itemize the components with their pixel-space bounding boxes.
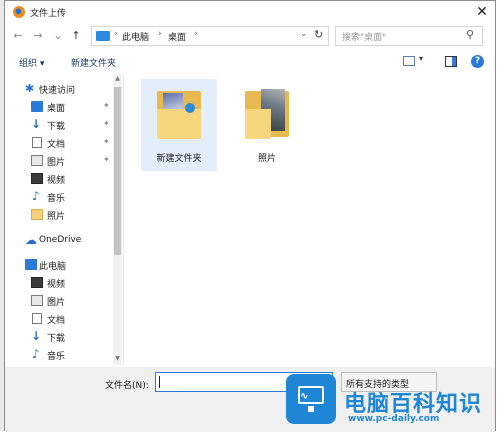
- picture-icon: [31, 155, 43, 166]
- pin-icon[interactable]: ✦: [103, 155, 110, 164]
- forward-button[interactable]: →: [31, 28, 45, 44]
- close-button[interactable]: ✕: [471, 1, 493, 23]
- nav-pc-downloads[interactable]: ↓ 下载: [31, 329, 139, 345]
- folder-icon: [31, 209, 43, 220]
- nav-label: 桌面: [47, 104, 66, 114]
- folder-item-new-folder[interactable]: 新建文件夹: [141, 79, 217, 171]
- nav-label: 下载: [47, 122, 66, 132]
- picture-icon: [31, 295, 43, 306]
- title-bar: 文件上传 ✕: [5, 1, 495, 23]
- desktop-icon: [31, 101, 43, 112]
- music-icon: ♪: [32, 347, 40, 361]
- nav-label: 音乐: [47, 352, 66, 362]
- back-button[interactable]: ←: [11, 28, 25, 44]
- nav-label: 下载: [47, 334, 66, 344]
- document-icon: [32, 137, 42, 148]
- breadcrumb-desktop[interactable]: 桌面: [168, 30, 186, 43]
- up-button[interactable]: ↑: [69, 28, 83, 44]
- file-list: 新建文件夹 照片: [125, 75, 495, 365]
- nav-label: 图片: [47, 298, 66, 308]
- breadcrumb-this-pc[interactable]: 此电脑: [122, 30, 149, 43]
- document-icon: [32, 313, 42, 324]
- file-name: 新建文件夹: [156, 154, 202, 164]
- video-icon: [31, 173, 43, 184]
- nav-label: 照片: [47, 212, 66, 222]
- browser-badge-icon: [185, 103, 195, 113]
- help-icon[interactable]: ?: [471, 55, 484, 68]
- scrollbar-thumb[interactable]: [114, 87, 121, 255]
- pin-icon[interactable]: ✦: [103, 137, 110, 146]
- pin-icon[interactable]: ✦: [103, 101, 110, 110]
- nav-pictures[interactable]: 图片: [31, 153, 139, 169]
- nav-downloads[interactable]: ↓ 下载: [31, 117, 139, 133]
- cloud-icon: ☁: [25, 233, 37, 247]
- command-toolbar: 组织 ▾ 新建文件夹 ▾ ?: [5, 51, 495, 73]
- navigation-bar: ← → ⌄ ↑ › 此电脑 › 桌面 › ⌄ ↻ 搜索"桌面" ⚲: [5, 25, 495, 49]
- watermark-url: www.pc-daily.com: [348, 414, 440, 424]
- window-title: 文件上传: [30, 9, 67, 19]
- download-icon: ↓: [31, 117, 42, 131]
- folder-item-photos[interactable]: 照片: [229, 79, 305, 171]
- computer-icon: [96, 31, 110, 41]
- nav-label: 音乐: [47, 194, 66, 204]
- nav-scrollbar[interactable]: ▲ ▼: [113, 75, 122, 365]
- scroll-up-icon[interactable]: ▲: [113, 75, 122, 82]
- nav-label: OneDrive: [39, 235, 82, 245]
- nav-pc-pictures[interactable]: 图片: [31, 293, 139, 309]
- monitor-stand: [308, 406, 314, 412]
- file-name: 照片: [257, 154, 276, 164]
- nav-desktop[interactable]: 桌面: [31, 99, 139, 115]
- star-icon: ✱: [25, 82, 35, 95]
- refresh-icon[interactable]: ↻: [314, 28, 323, 41]
- text-caret: [159, 376, 160, 388]
- nav-label: 快速访问: [39, 86, 76, 96]
- pulse-icon: ∿: [300, 391, 309, 402]
- new-folder-button[interactable]: 新建文件夹: [71, 56, 116, 69]
- view-mode-icon[interactable]: [403, 56, 415, 66]
- nav-documents[interactable]: 文档: [31, 135, 139, 151]
- folder-front: [245, 109, 271, 139]
- navigation-pane: ✱ 快速访问 桌面 ✦ ↓ 下载 ✦ 文档 ✦ 图片 ✦ 视频 ♪ 音乐 照片 …: [5, 75, 124, 365]
- nav-pc-videos[interactable]: 视频: [31, 275, 139, 291]
- nav-music[interactable]: ♪ 音乐: [31, 189, 139, 205]
- organize-menu[interactable]: 组织 ▾: [19, 56, 44, 69]
- music-icon: ♪: [32, 189, 40, 203]
- search-placeholder: 搜索"桌面": [342, 33, 387, 43]
- nav-pc-documents[interactable]: 文档: [31, 311, 139, 327]
- view-mode-dropdown[interactable]: ▾: [419, 54, 423, 63]
- filename-label: 文件名(N):: [105, 381, 149, 391]
- nav-label: 文档: [47, 140, 66, 150]
- breadcrumb-separator: ›: [114, 29, 118, 39]
- nav-label: 文档: [47, 316, 66, 326]
- computer-icon: [25, 259, 37, 270]
- search-box[interactable]: 搜索"桌面" ⚲: [335, 26, 483, 46]
- address-dropdown-icon[interactable]: ⌄: [300, 29, 308, 39]
- video-icon: [31, 277, 43, 288]
- file-upload-dialog: 文件上传 ✕ ← → ⌄ ↑ › 此电脑 › 桌面 › ⌄ ↻ 搜索"桌面" ⚲…: [4, 0, 496, 432]
- search-icon[interactable]: ⚲: [466, 28, 474, 41]
- nav-pc-music[interactable]: ♪ 音乐: [31, 347, 139, 363]
- pin-icon[interactable]: ✦: [103, 119, 110, 128]
- nav-label: 此电脑: [39, 262, 67, 272]
- breadcrumb-separator: ›: [158, 29, 162, 39]
- download-icon: ↓: [31, 329, 42, 343]
- recent-locations-chevron-icon[interactable]: ⌄: [51, 28, 65, 44]
- preview-pane-icon[interactable]: [445, 56, 457, 67]
- nav-videos[interactable]: 视频: [31, 171, 139, 187]
- nav-label: 视频: [47, 280, 66, 290]
- nav-photos-folder[interactable]: 照片: [31, 207, 139, 223]
- nav-label: 图片: [47, 158, 66, 168]
- folder-front: [157, 109, 201, 139]
- address-bar[interactable]: › 此电脑 › 桌面 › ⌄ ↻: [91, 26, 329, 46]
- nav-label: 视频: [47, 176, 66, 186]
- scroll-down-icon[interactable]: ▼: [113, 355, 122, 362]
- breadcrumb-separator: ›: [194, 29, 198, 39]
- browser-icon: [13, 6, 25, 18]
